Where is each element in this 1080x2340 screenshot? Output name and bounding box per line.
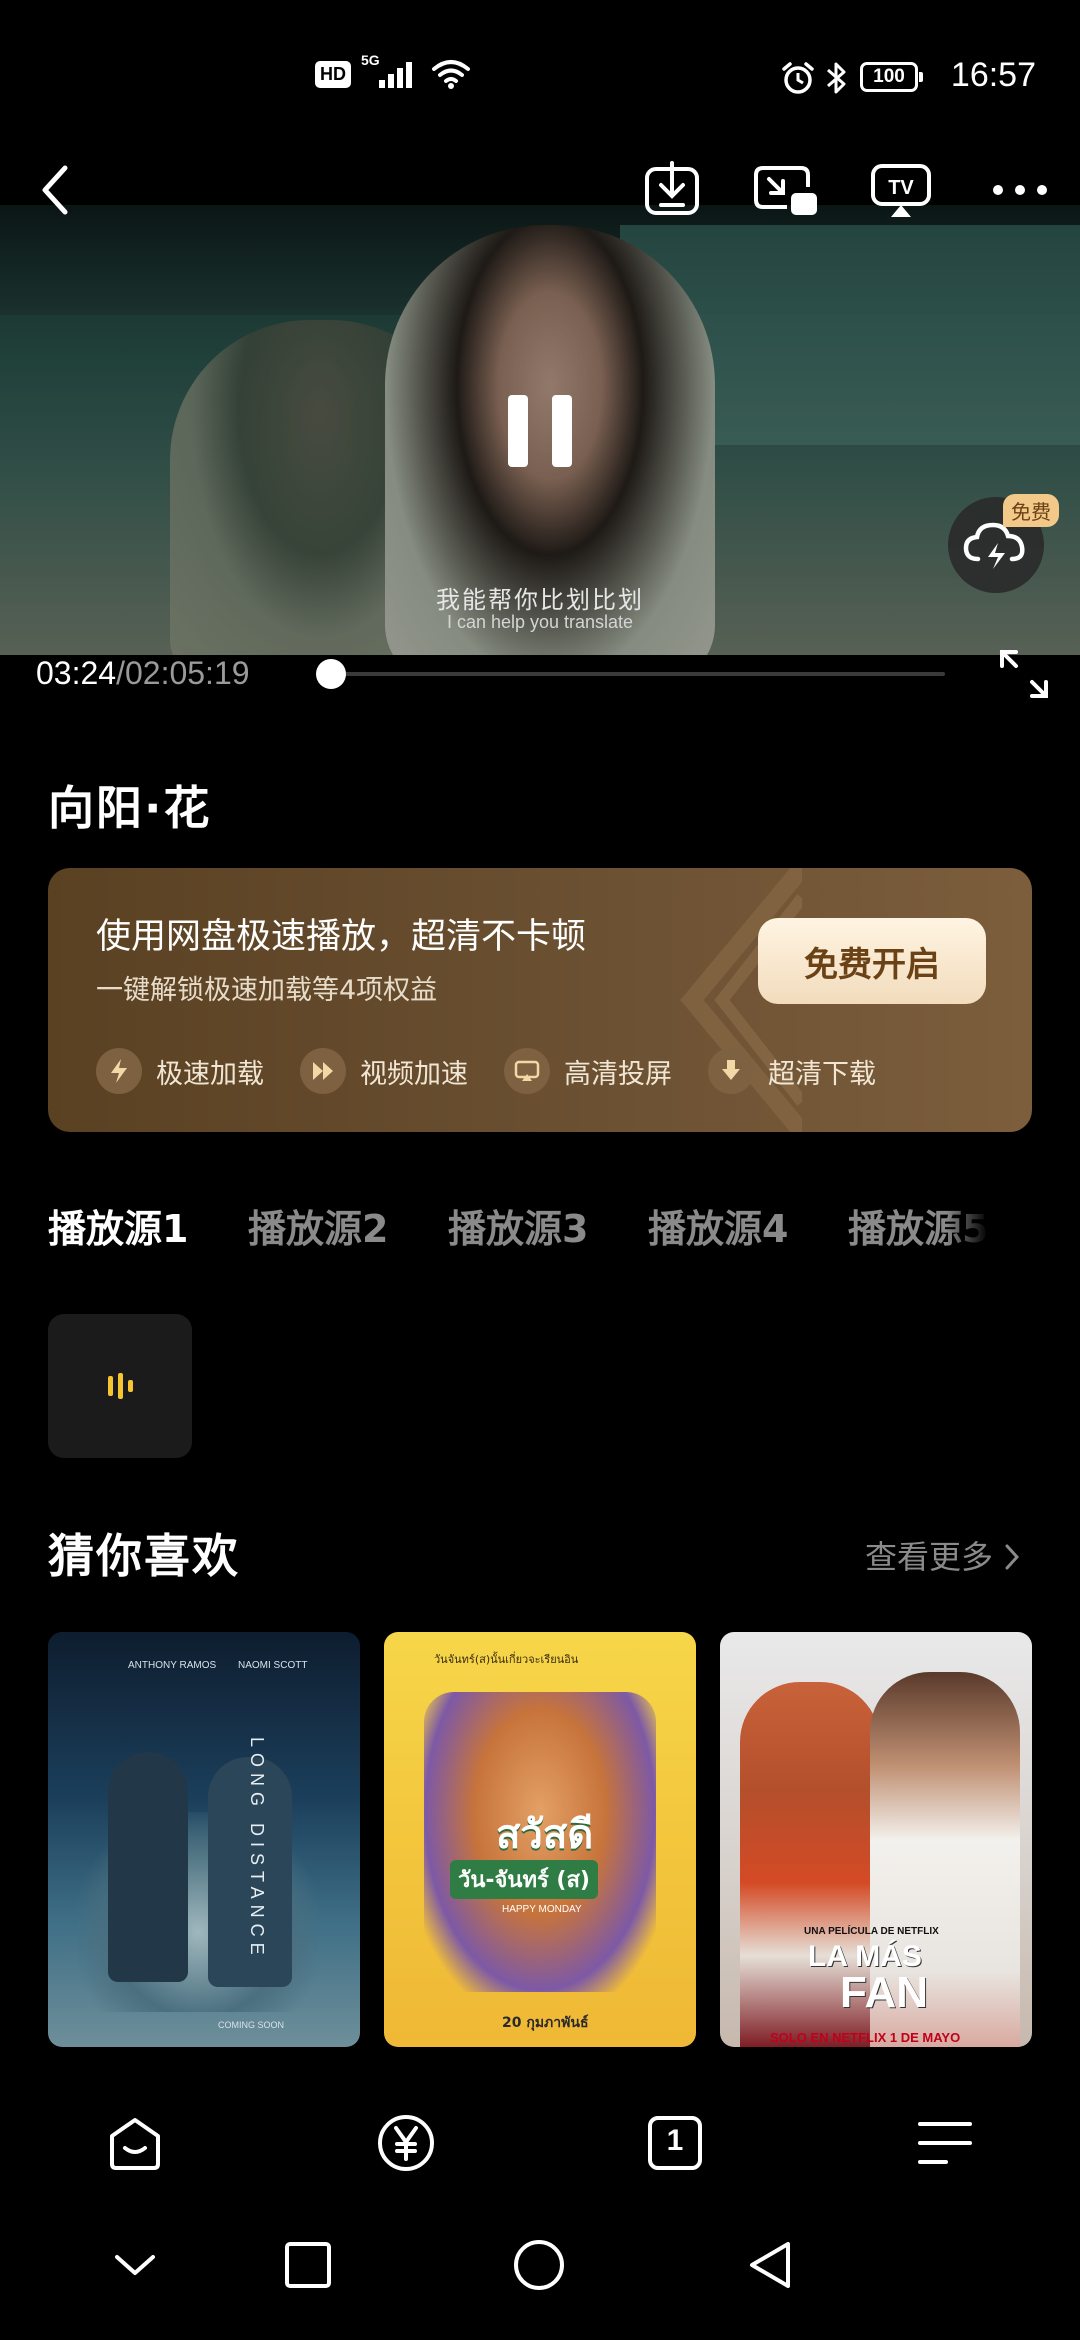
source-tabs: 播放源1 播放源2 播放源3 播放源4 播放源5 [48,1198,1038,1258]
subtitle-english: I can help you translate [446,612,634,632]
yen-icon [378,2115,434,2171]
hd-badge: HD [315,60,351,88]
tab-source-1[interactable]: 播放源1 [48,1198,188,1253]
battery-indicator: 100 [860,62,923,92]
pause-icon[interactable] [508,395,572,467]
status-right: 100 16:57 [780,54,1080,104]
back-triangle-icon [750,2242,790,2288]
back-button[interactable] [30,150,80,230]
video-title: 向阳·花 [48,781,212,835]
feature-hd-download: 超清下载 [708,1048,876,1094]
feature-video-speed: 视频加速 [300,1048,468,1094]
playing-bars-icon [107,1373,133,1399]
astronaut-left [108,1752,188,1982]
nav-finance[interactable] [371,2108,441,2178]
poster-la-mas-fan[interactable]: UNA PELÍCULA DE NETFLIX LA MÁS FAN SOLO … [720,1632,1032,2047]
tab-source-5[interactable]: 播放源5 [848,1198,988,1253]
chevron-right-icon [1005,1544,1020,1570]
bottom-navigation: 1 [0,2100,1080,2190]
feature-label: 超清下载 [768,1058,876,1090]
system-collapse-button[interactable] [100,2230,170,2300]
progress-track[interactable] [330,672,945,676]
pip-icon [754,166,817,215]
home-icon [110,2118,160,2170]
fullscreen-button[interactable] [996,646,1052,702]
recents-icon [285,2242,331,2288]
tv-cast-icon: TV [871,164,931,217]
poster-happy-monday[interactable]: วันจันทร์(ส)นั้นเกี่ยวจะเรียนอิน สวัสดี … [384,1632,696,2047]
svg-text:TV: TV [888,177,914,199]
system-home-button[interactable] [504,2230,574,2300]
player-top-bar: TV [0,150,1080,240]
fullscreen-icon [1000,650,1048,698]
status-bar: HD 5G 100 16:57 [0,0,1080,150]
back-icon [42,165,68,215]
feature-fast-load: 极速加载 [96,1048,264,1094]
tab-source-3[interactable]: 播放源3 [448,1198,588,1253]
alarm-icon [782,62,814,94]
download-arrow-icon [708,1048,754,1094]
tv-cast-button[interactable]: TV [866,150,936,230]
menu-icon [918,2122,972,2164]
video-player[interactable]: 我能帮你比划比划 I can help you translate [0,205,1080,655]
recommendations-title: 猜你喜欢 [48,1529,240,1583]
nav-menu[interactable] [910,2108,980,2178]
cast-screen-icon [504,1048,550,1094]
speed-promo-card[interactable]: 使用网盘极速播放，超清不卡顿 一键解锁极速加载等4项权益 免费开启 极速加载 视… [48,868,1032,1132]
system-recents-button[interactable] [273,2230,343,2300]
poster-long-distance[interactable]: ANTHONY RAMOS NAOMI SCOTT LONG DISTANCE … [48,1632,360,2047]
clock: 16:57 [950,56,1036,94]
network-type: 5G [361,52,380,68]
fast-forward-icon [300,1048,346,1094]
duration: /02:05:19 [116,655,250,691]
free-badge: 免费 [1003,494,1059,527]
feature-label: 极速加载 [156,1058,264,1090]
time-display: 03:24/02:05:19 [36,655,250,692]
current-time: 03:24 [36,655,117,691]
tab-source-2[interactable]: 播放源2 [248,1198,388,1253]
system-back-button[interactable] [735,2230,805,2300]
see-more-link[interactable]: 查看更多 [865,1532,1021,1578]
progress-thumb[interactable] [316,659,346,689]
download-button[interactable] [640,150,704,230]
poster-title: LONG DISTANCE [247,1737,267,1961]
feature-hd-cast: 高清投屏 [504,1048,672,1094]
tab-count: 1 [666,2124,684,2157]
home-circle-icon [514,2240,564,2290]
system-navigation [0,2230,1080,2320]
promo-title: 使用网盘极速播放，超清不卡顿 [96,917,587,957]
status-left: HD 5G [315,52,471,92]
poster-title: สวัสดี [496,1812,594,1858]
episode-item-playing[interactable] [48,1314,192,1458]
nav-tabs[interactable]: 1 [640,2108,710,2178]
tab-source-4[interactable]: 播放源4 [648,1198,788,1253]
wifi-icon [432,60,470,89]
feature-label: 高清投屏 [564,1058,672,1090]
download-icon [645,161,699,215]
free-enable-button[interactable]: 免费开启 [758,918,986,1004]
nav-home[interactable] [100,2108,170,2178]
lightning-icon [96,1048,142,1094]
bluetooth-icon [827,62,846,94]
see-more-label: 查看更多 [865,1538,994,1576]
promo-subtitle: 一键解锁极速加载等4项权益 [96,975,438,1006]
feature-label: 视频加速 [360,1058,468,1090]
picture-in-picture-button[interactable] [750,150,820,230]
cell-signal-icon: 5G [361,52,421,92]
more-icon [993,185,1047,195]
subtitle-chinese: 我能帮你比划比划 [436,586,644,614]
more-button[interactable] [990,150,1050,230]
collapse-icon [115,2255,155,2275]
